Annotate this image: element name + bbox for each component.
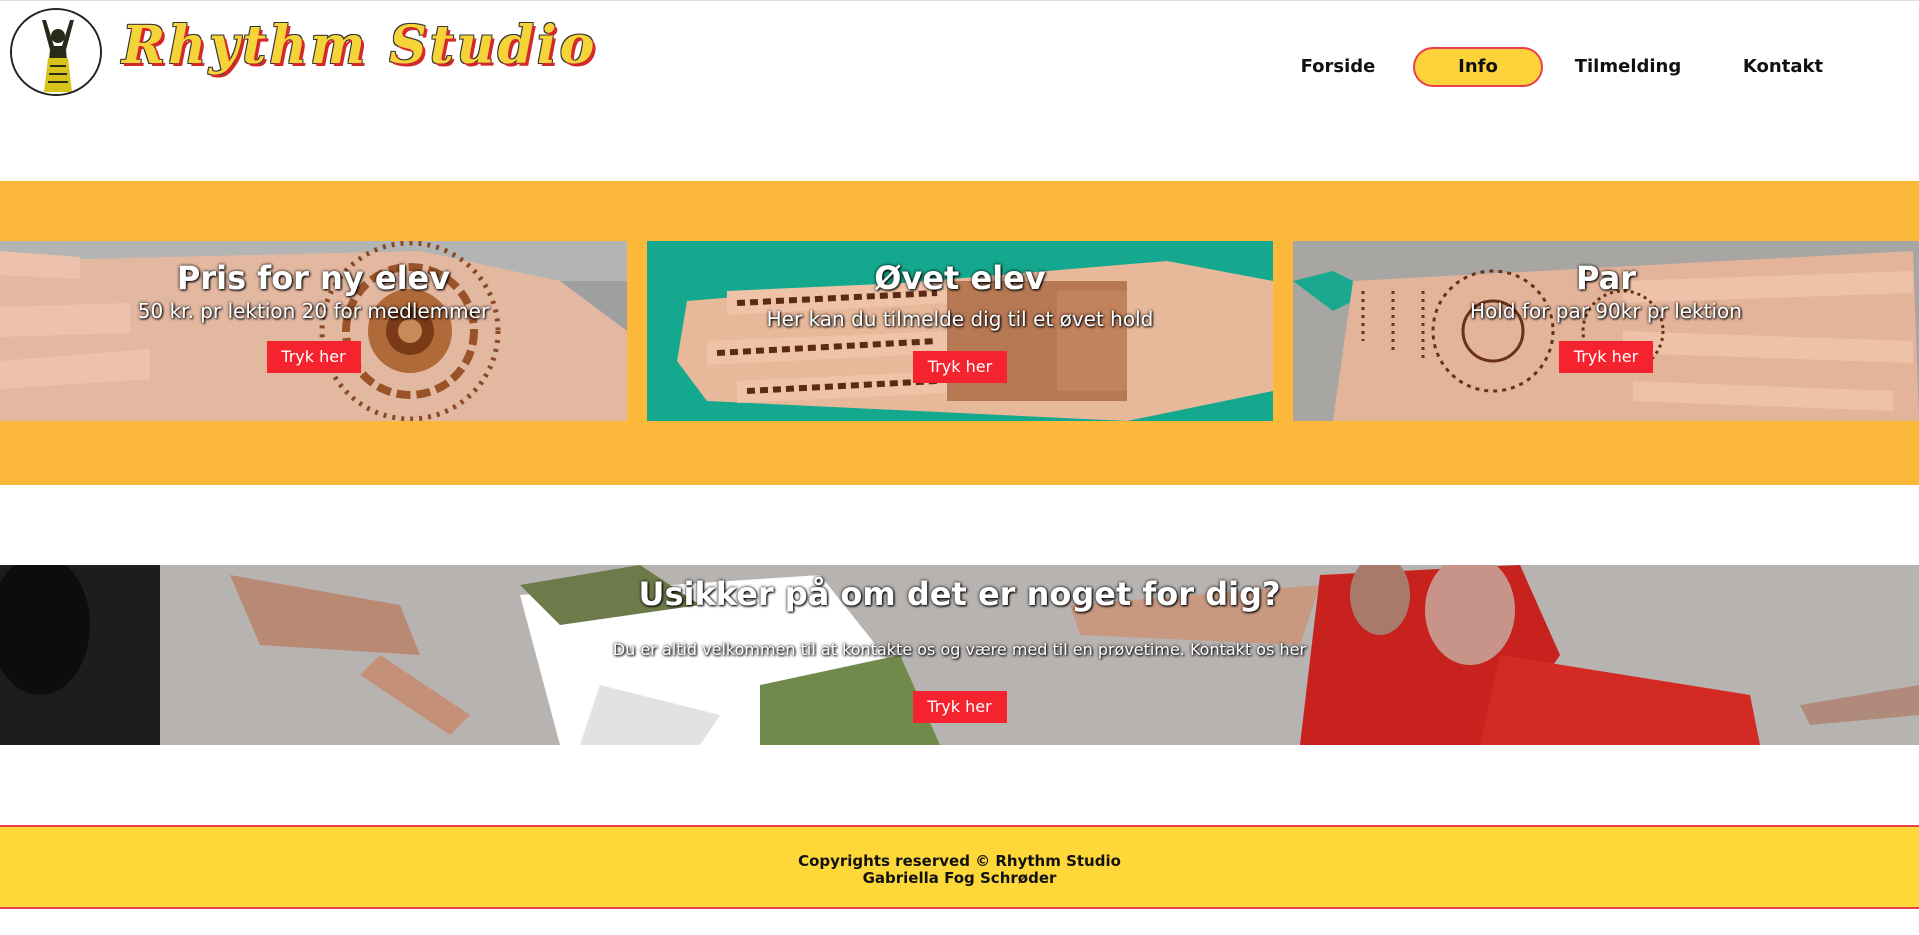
banner-title: Usikker på om det er noget for dig?	[638, 575, 1281, 613]
dancer-silhouette-icon	[12, 10, 100, 94]
card-title: Pris for ny elev	[176, 259, 451, 297]
card-subtitle: Hold for par 90kr pr lektion	[1470, 299, 1742, 323]
card-subtitle: Her kan du tilmelde dig til et øvet hold	[766, 307, 1154, 331]
card-new-student: Pris for ny elev 50 kr. pr lektion 20 fo…	[0, 241, 627, 421]
logo-badge[interactable]	[10, 8, 102, 96]
site-header: Rhythm Studio Forside Info Tilmelding Ko…	[0, 0, 1919, 130]
copyright-text: Copyrights reserved © Rhythm Studio	[798, 852, 1121, 870]
author-text: Gabriella Fog Schrøder	[862, 869, 1057, 887]
tryk-her-button[interactable]: Tryk her	[912, 691, 1007, 723]
nav-item-tilmelding[interactable]: Tilmelding	[1553, 47, 1703, 87]
tryk-her-button[interactable]: Tryk her	[913, 351, 1007, 383]
card-title: Par	[1576, 259, 1636, 297]
site-footer: Copyrights reserved © Rhythm Studio Gabr…	[0, 825, 1919, 909]
tryk-her-button[interactable]: Tryk her	[1559, 341, 1653, 373]
nav-item-forside[interactable]: Forside	[1283, 47, 1393, 87]
trial-lesson-banner: Usikker på om det er noget for dig? Du e…	[0, 565, 1919, 745]
card-subtitle: 50 kr. pr lektion 20 for medlemmer	[137, 299, 490, 323]
nav-item-kontakt[interactable]: Kontakt	[1723, 47, 1843, 87]
card-advanced-student: Øvet elev Her kan du tilmelde dig til et…	[647, 241, 1273, 421]
logo-text[interactable]: Rhythm Studio	[122, 15, 597, 76]
card-couples: Par Hold for par 90kr pr lektion Tryk he…	[1293, 241, 1919, 421]
nav-item-info[interactable]: Info	[1413, 47, 1543, 87]
card-title: Øvet elev	[874, 259, 1046, 297]
banner-text: Du er altid velkommen til at kontakte os…	[612, 640, 1307, 659]
tryk-her-button[interactable]: Tryk her	[266, 341, 361, 373]
info-cards-section: Pris for ny elev 50 kr. pr lektion 20 fo…	[0, 181, 1919, 485]
